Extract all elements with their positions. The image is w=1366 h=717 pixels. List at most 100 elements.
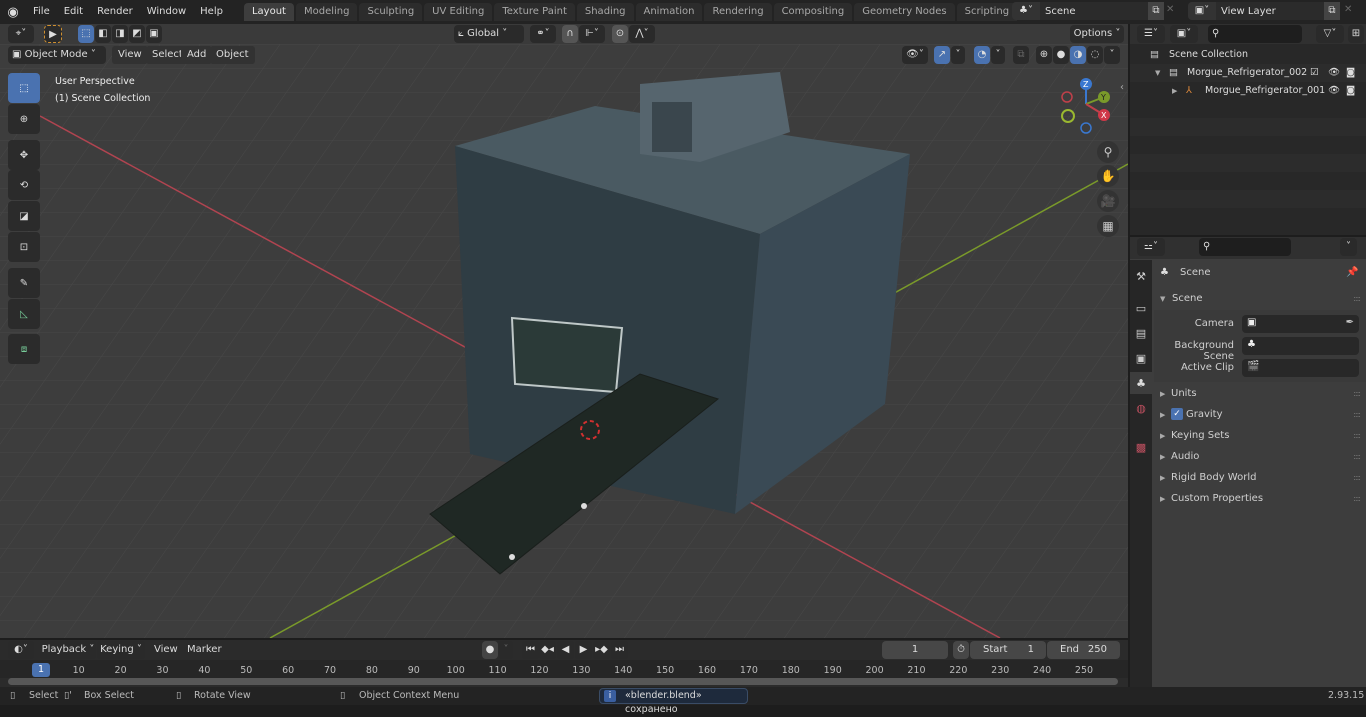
shading-solid[interactable]: ●	[1053, 46, 1069, 64]
outliner-search-input[interactable]: ⚲	[1208, 25, 1302, 43]
active-clip-field[interactable]: 🎬	[1242, 359, 1359, 377]
tab-shading[interactable]: Shading	[576, 3, 634, 21]
jump-next-keyframe-button[interactable]: ▸◆	[593, 641, 610, 659]
select-mode-new[interactable]: ⬚	[78, 25, 94, 43]
shading-rendered[interactable]: ◌	[1087, 46, 1103, 64]
jump-start-button[interactable]: ⏮	[522, 641, 539, 659]
properties-editor-type[interactable]: ⚍˅	[1137, 238, 1165, 256]
auto-keying-dropdown[interactable]: ˅	[499, 641, 513, 659]
menu-object[interactable]: Object	[210, 46, 255, 64]
tab-modeling[interactable]: Modeling	[295, 3, 358, 21]
outliner-row-scene-collection[interactable]: ▤ Scene Collection	[1130, 46, 1366, 64]
tab-scripting[interactable]: Scripting	[956, 3, 1018, 21]
expand-arrow-icon[interactable]: ▶	[1172, 82, 1177, 100]
current-frame-indicator[interactable]: 1	[32, 663, 50, 677]
menu-help[interactable]: Help	[193, 0, 230, 24]
pivot-dropdown[interactable]: ⚭˅	[530, 25, 556, 43]
tab-world[interactable]: ◍	[1130, 397, 1152, 419]
scene-selector[interactable]: ♣˅ Scene ⧉	[1012, 2, 1164, 20]
close-scene-icon[interactable]: ✕	[1166, 4, 1174, 15]
menu-file[interactable]: File	[26, 0, 57, 24]
tool-scale[interactable]: ◪	[8, 201, 40, 231]
gravity-checkbox[interactable]: ✓	[1171, 408, 1183, 420]
tab-rendering[interactable]: Rendering	[704, 3, 772, 21]
shading-wireframe[interactable]: ⊕	[1036, 46, 1052, 64]
properties-options-dropdown[interactable]: ˅	[1340, 238, 1357, 256]
properties-search-input[interactable]: ⚲	[1199, 238, 1291, 256]
snap-toggle[interactable]: ∩	[562, 25, 578, 43]
duplicate-view-layer-icon[interactable]: ⧉	[1324, 2, 1340, 20]
drag-handle-icon[interactable]: ::::	[1353, 489, 1361, 509]
shading-dropdown[interactable]: ˅	[1104, 46, 1120, 64]
play-button[interactable]: ▶	[575, 641, 592, 659]
play-reverse-button[interactable]: ◀	[557, 641, 574, 659]
tab-layout[interactable]: Layout	[243, 3, 294, 21]
tool-select-box[interactable]: ⬚	[8, 73, 40, 103]
overlay-toggle[interactable]: ◔	[974, 46, 990, 64]
tab-compositing[interactable]: Compositing	[773, 3, 853, 21]
visibility-dropdown[interactable]: 👁˅	[902, 46, 928, 64]
timeline-scrollbar[interactable]	[8, 678, 1118, 685]
tab-output[interactable]: ▤	[1130, 322, 1152, 344]
render-camera-icon[interactable]: ◙	[1346, 64, 1355, 82]
gizmo-dropdown[interactable]: ˅	[951, 46, 965, 64]
menu-add[interactable]: Add	[181, 46, 213, 64]
menu-edit[interactable]: Edit	[57, 0, 90, 24]
drag-handle-icon[interactable]: ::::	[1353, 384, 1361, 404]
jump-end-button[interactable]: ⏭	[611, 641, 628, 659]
tab-geometry-nodes[interactable]: Geometry Nodes	[854, 3, 955, 21]
playback-dropdown[interactable]: Playback ˅	[40, 641, 96, 659]
shading-material[interactable]: ◑	[1070, 46, 1086, 64]
tool-cursor[interactable]: ⊕	[8, 104, 40, 134]
xray-toggle[interactable]: ⧉	[1013, 46, 1029, 64]
visibility-eye-icon[interactable]: 👁	[1328, 82, 1340, 100]
menu-window[interactable]: Window	[140, 0, 193, 24]
tool-annotate[interactable]: ✎	[8, 268, 40, 298]
menu-marker[interactable]: Marker	[181, 641, 228, 659]
blender-logo-icon[interactable]: ◉	[0, 5, 26, 20]
expand-arrow-icon[interactable]: ▼	[1155, 64, 1160, 82]
new-collection-button[interactable]: ⊞	[1348, 25, 1364, 43]
duplicate-scene-icon[interactable]: ⧉	[1148, 2, 1164, 20]
orientation-dropdown[interactable]: ⟀ Global ˅	[454, 25, 524, 43]
tab-render[interactable]: ▭	[1130, 297, 1152, 319]
menu-timeline-view[interactable]: View	[148, 641, 184, 659]
panel-audio[interactable]: ▶ Audio ::::	[1154, 447, 1366, 467]
pan-view-button[interactable]: ✋	[1097, 165, 1119, 187]
panel-scene-header[interactable]: ▼ Scene ::::	[1154, 289, 1366, 309]
select-mode-subtract[interactable]: ◨	[112, 25, 128, 43]
jump-prev-keyframe-button[interactable]: ◆◂	[539, 641, 556, 659]
select-mode-invert[interactable]: ◩	[129, 25, 145, 43]
camera-view-button[interactable]: 🎥	[1097, 190, 1119, 212]
panel-units[interactable]: ▶ Units ::::	[1154, 384, 1366, 404]
tab-texture-paint[interactable]: Texture Paint	[494, 3, 575, 21]
drag-handle-icon[interactable]: ::::	[1353, 468, 1361, 488]
view-layer-selector[interactable]: ▣˅ View Layer ⧉	[1188, 2, 1340, 20]
tool-measure[interactable]: ◺	[8, 299, 40, 329]
use-preview-range-toggle[interactable]: ⏱	[953, 641, 969, 659]
close-view-layer-icon[interactable]: ✕	[1344, 4, 1352, 15]
select-mode-intersect[interactable]: ▣	[146, 25, 162, 43]
gizmo-toggle[interactable]: ↗	[934, 46, 950, 64]
zoom-view-button[interactable]: ⚲	[1097, 141, 1119, 163]
3d-viewport[interactable]: User Perspective (1) Scene Collection ⬚ …	[0, 44, 1128, 638]
editor-type-button[interactable]: ⌖˅	[8, 25, 34, 43]
render-camera-icon[interactable]: ◙	[1346, 82, 1355, 100]
keying-dropdown[interactable]: Keying ˅	[97, 641, 145, 659]
outliner-display-mode[interactable]: ▣˅	[1170, 25, 1198, 43]
save-notification[interactable]: i «blender.blend» сохранено	[599, 688, 748, 715]
select-mode-extend[interactable]: ◧	[95, 25, 111, 43]
exclude-checkbox[interactable]: ☑	[1310, 64, 1319, 82]
neg-x-handle[interactable]	[1061, 91, 1073, 103]
tab-animation[interactable]: Animation	[635, 3, 703, 21]
tab-sculpting[interactable]: Sculpting	[359, 3, 423, 21]
tab-uv-editing[interactable]: UV Editing	[424, 3, 493, 21]
tab-view-layer[interactable]: ▣	[1130, 347, 1152, 369]
drag-handle-icon[interactable]: ::::	[1353, 426, 1361, 446]
outliner-editor-type[interactable]: ☰˅	[1137, 25, 1165, 43]
tool-move[interactable]: ✥	[8, 140, 40, 170]
tool-transform[interactable]: ⊡	[8, 232, 40, 262]
proportional-edit-toggle[interactable]: ⊙	[612, 25, 628, 43]
sidebar-toggle-icon[interactable]: ‹	[1120, 82, 1124, 93]
pin-icon[interactable]: 📌	[1346, 262, 1358, 284]
